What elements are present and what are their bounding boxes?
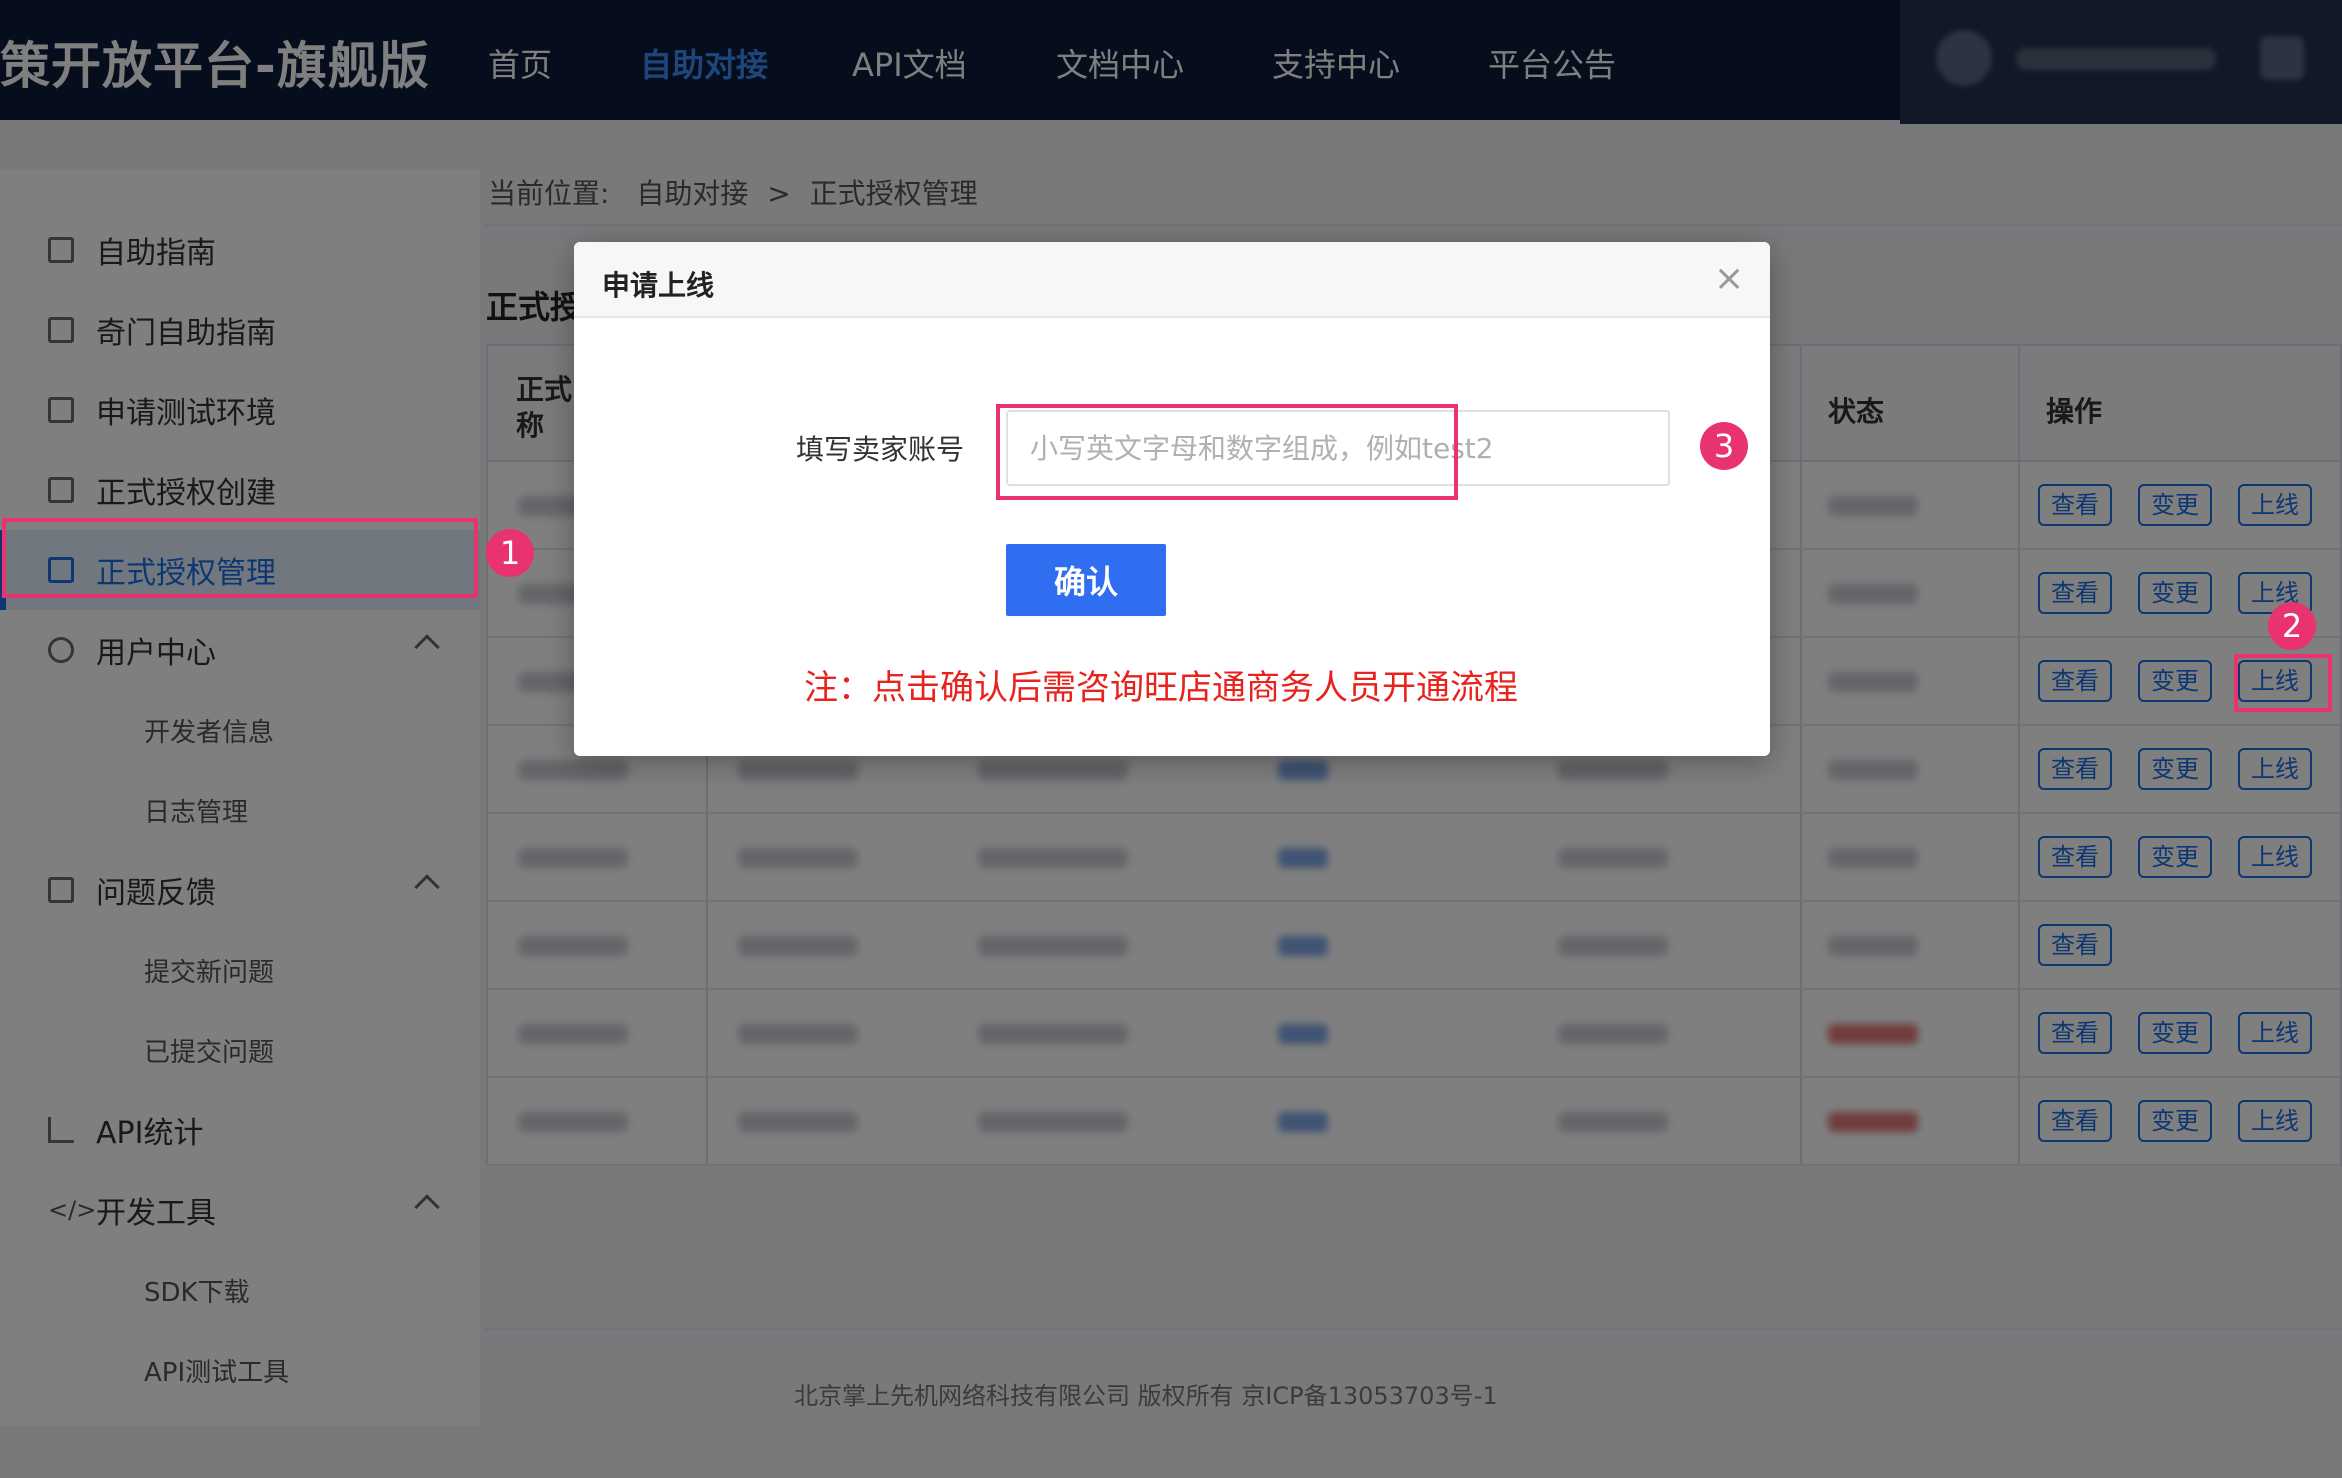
confirm-button[interactable]: 确认 <box>1006 544 1166 616</box>
dialog-header: 申请上线 × <box>574 242 1770 318</box>
seller-account-label: 填写卖家账号 <box>796 433 965 466</box>
annotation-number-3: 3 <box>1700 422 1748 470</box>
apply-online-dialog: 申请上线 × 填写卖家账号 3 确认 注：点击确认后需咨询旺店通商务人员开通流程 <box>574 242 1770 756</box>
annotation-highlight-2 <box>2234 654 2332 712</box>
annotation-number-1: 1 <box>486 529 534 577</box>
close-icon[interactable]: × <box>1714 258 1744 299</box>
dialog-note: 注：点击确认后需咨询旺店通商务人员开通流程 <box>804 668 1518 708</box>
dialog-title: 申请上线 <box>602 269 715 302</box>
annotation-highlight-3 <box>996 404 1458 500</box>
annotation-number-2: 2 <box>2268 602 2316 650</box>
annotation-highlight-1 <box>2 518 478 598</box>
